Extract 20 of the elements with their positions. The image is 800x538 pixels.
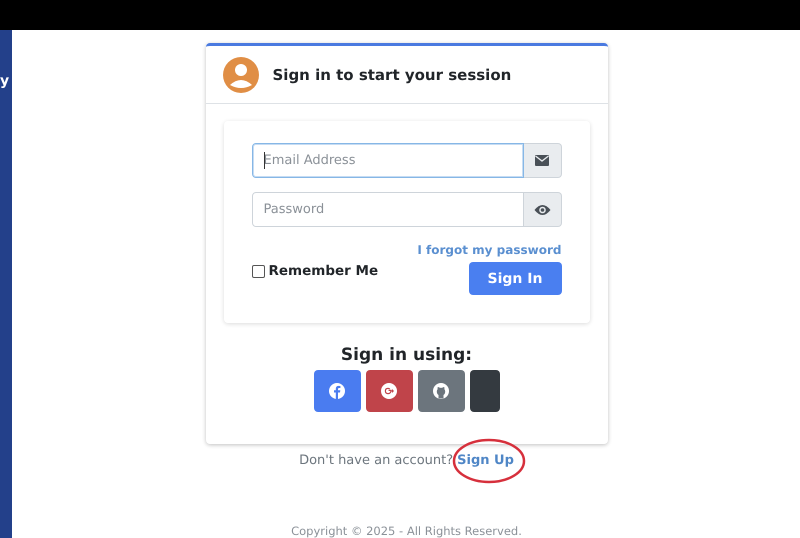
sign-in-button[interactable]: Sign In [468,262,562,295]
remember-checkbox[interactable]: Remember Me [252,263,378,279]
google-button[interactable] [366,370,412,412]
eye-icon[interactable] [534,204,550,216]
google-plus-icon [381,383,397,399]
github-button[interactable] [418,370,464,412]
password-field[interactable]: Password [252,192,524,227]
forgot-password-link[interactable]: I forgot my password [417,243,562,257]
panel-text: y [0,74,10,88]
copyright-text: Copyright © 2025 - All Rights Reserved. [291,524,522,538]
email-field[interactable]: Email Address [252,143,524,178]
user-avatar-icon [222,56,258,92]
envelope-icon [535,155,549,166]
facebook-icon [329,383,345,399]
social-button[interactable] [470,370,500,412]
facebook-button[interactable] [314,370,360,412]
signup-prompt: Don't have an account? [299,453,454,468]
github-icon [433,383,449,399]
social-heading: Sign in using: [340,345,472,365]
card-title: Sign in to start your session [272,66,512,84]
